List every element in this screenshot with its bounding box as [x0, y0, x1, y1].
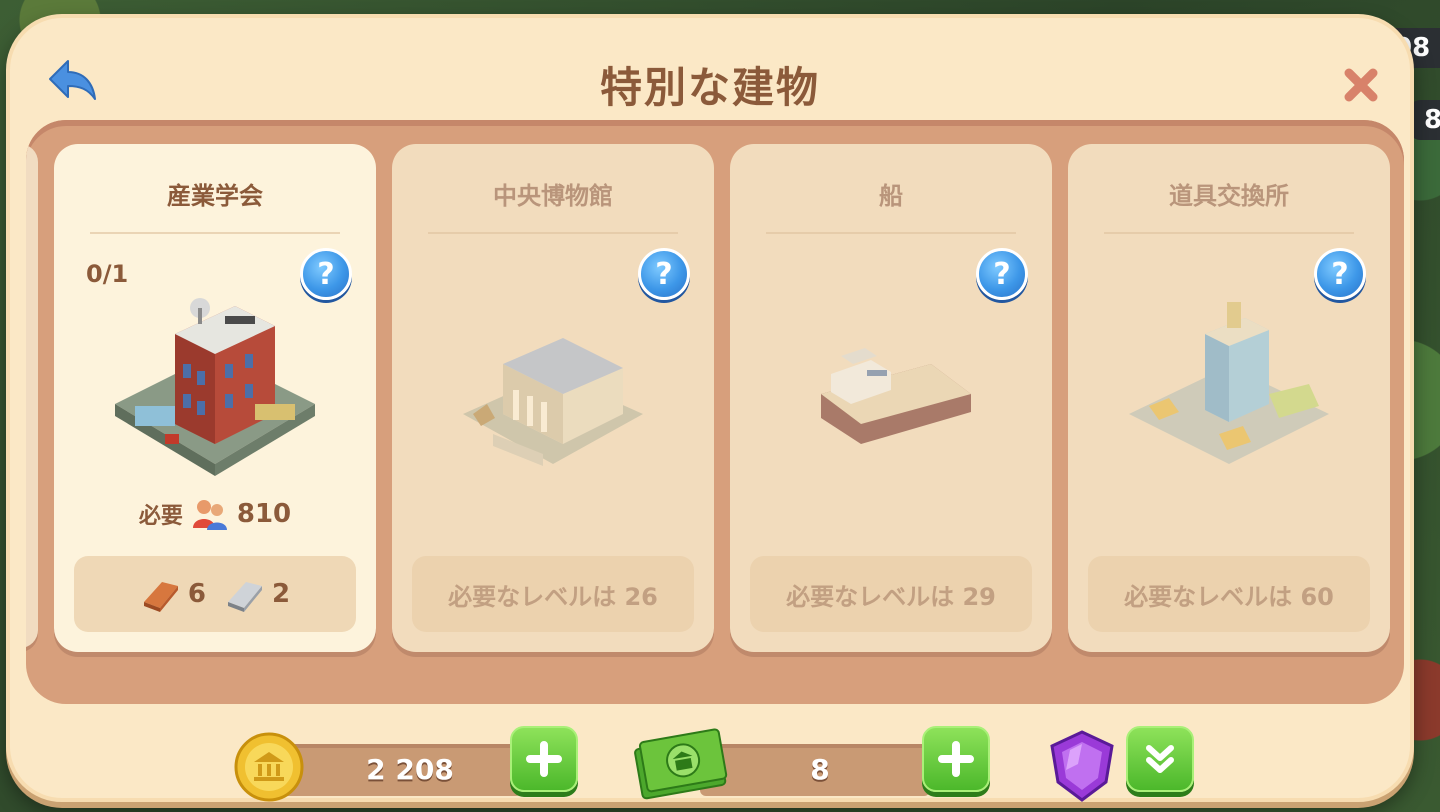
copper-cost-value: 6 — [187, 579, 206, 609]
close-button[interactable] — [1338, 62, 1384, 108]
expand-button[interactable] — [1126, 726, 1194, 792]
buy-coins-button[interactable] — [510, 726, 578, 792]
building-name: 船 — [879, 182, 903, 210]
page-title: 特別な建物 — [599, 63, 820, 112]
question-mark-icon: ? — [1331, 256, 1349, 292]
help-button[interactable]: ? — [638, 248, 690, 300]
silver-cost: 2 — [224, 576, 290, 612]
card-divider — [766, 232, 1016, 234]
building-card-central-museum[interactable]: 中央博物館 ? 必要なレベルは 26 — [392, 144, 714, 652]
population-value: 810 — [236, 499, 292, 529]
purple-gem-icon — [1050, 730, 1114, 802]
building-card-ship[interactable]: 船 ? 必要なレベルは 29 — [730, 144, 1052, 652]
population-icon — [192, 500, 227, 530]
required-level-box: 必要なレベルは 60 — [1088, 556, 1370, 632]
required-level-text: 必要なレベルは 26 — [448, 582, 658, 611]
required-level-text: 必要なレベルは 29 — [786, 582, 996, 611]
population-requirement: 必要 810 — [54, 498, 376, 530]
cash-balance: 8 — [810, 753, 830, 786]
required-level-box: 必要なレベルは 29 — [750, 556, 1032, 632]
silver-ingot-icon — [228, 582, 262, 612]
help-button[interactable]: ? — [976, 248, 1028, 300]
coin-icon — [234, 732, 304, 802]
plus-icon — [938, 741, 974, 777]
required-level-text: 必要なレベルは 60 — [1124, 582, 1334, 611]
previous-card-peek[interactable] — [26, 144, 38, 648]
card-divider — [1104, 232, 1354, 234]
building-name: 産業学会 — [167, 182, 263, 210]
tool-exchange-building-image — [1129, 302, 1329, 464]
resource-cost-box: 6 2 — [74, 556, 356, 632]
coin-balance: 2 208 — [366, 753, 454, 786]
card-divider — [90, 232, 340, 234]
double-chevron-down-icon — [1146, 745, 1174, 773]
help-button[interactable]: ? — [300, 248, 352, 300]
plus-icon — [526, 741, 562, 777]
special-buildings-window: 特別な建物 産業学会 0/1 ? 必要 810 6 2 中央博物館 ? 必要なレ… — [6, 14, 1414, 802]
building-count: 0/1 — [86, 260, 129, 288]
question-mark-icon: ? — [317, 256, 335, 292]
ship-image — [821, 348, 971, 444]
building-name: 道具交換所 — [1169, 182, 1289, 210]
buildings-tray: 産業学会 0/1 ? 必要 810 6 2 中央博物館 ? 必要なレベルは 26… — [26, 120, 1404, 704]
industrial-society-building-image — [115, 298, 315, 476]
building-card-tool-exchange[interactable]: 道具交換所 ? 必要なレベルは 60 — [1068, 144, 1390, 652]
copper-cost: 6 — [140, 576, 206, 612]
help-button[interactable]: ? — [1314, 248, 1366, 300]
cash-bill-icon — [634, 728, 728, 800]
silver-cost-value: 2 — [272, 579, 291, 609]
world-counter-secondary: 8 — [1410, 100, 1440, 140]
buy-cash-button[interactable] — [922, 726, 990, 792]
central-museum-building-image — [463, 338, 643, 466]
building-card-industrial-society[interactable]: 産業学会 0/1 ? 必要 810 6 2 — [54, 144, 376, 652]
need-label: 必要 — [138, 504, 183, 529]
card-divider — [428, 232, 678, 234]
resource-bar: 2 208 8 — [10, 712, 1410, 802]
question-mark-icon: ? — [993, 256, 1011, 292]
required-level-box: 必要なレベルは 26 — [412, 556, 694, 632]
copper-ingot-icon — [143, 582, 178, 612]
question-mark-icon: ? — [655, 256, 673, 292]
close-icon — [1344, 68, 1378, 102]
building-name: 中央博物館 — [493, 182, 613, 210]
